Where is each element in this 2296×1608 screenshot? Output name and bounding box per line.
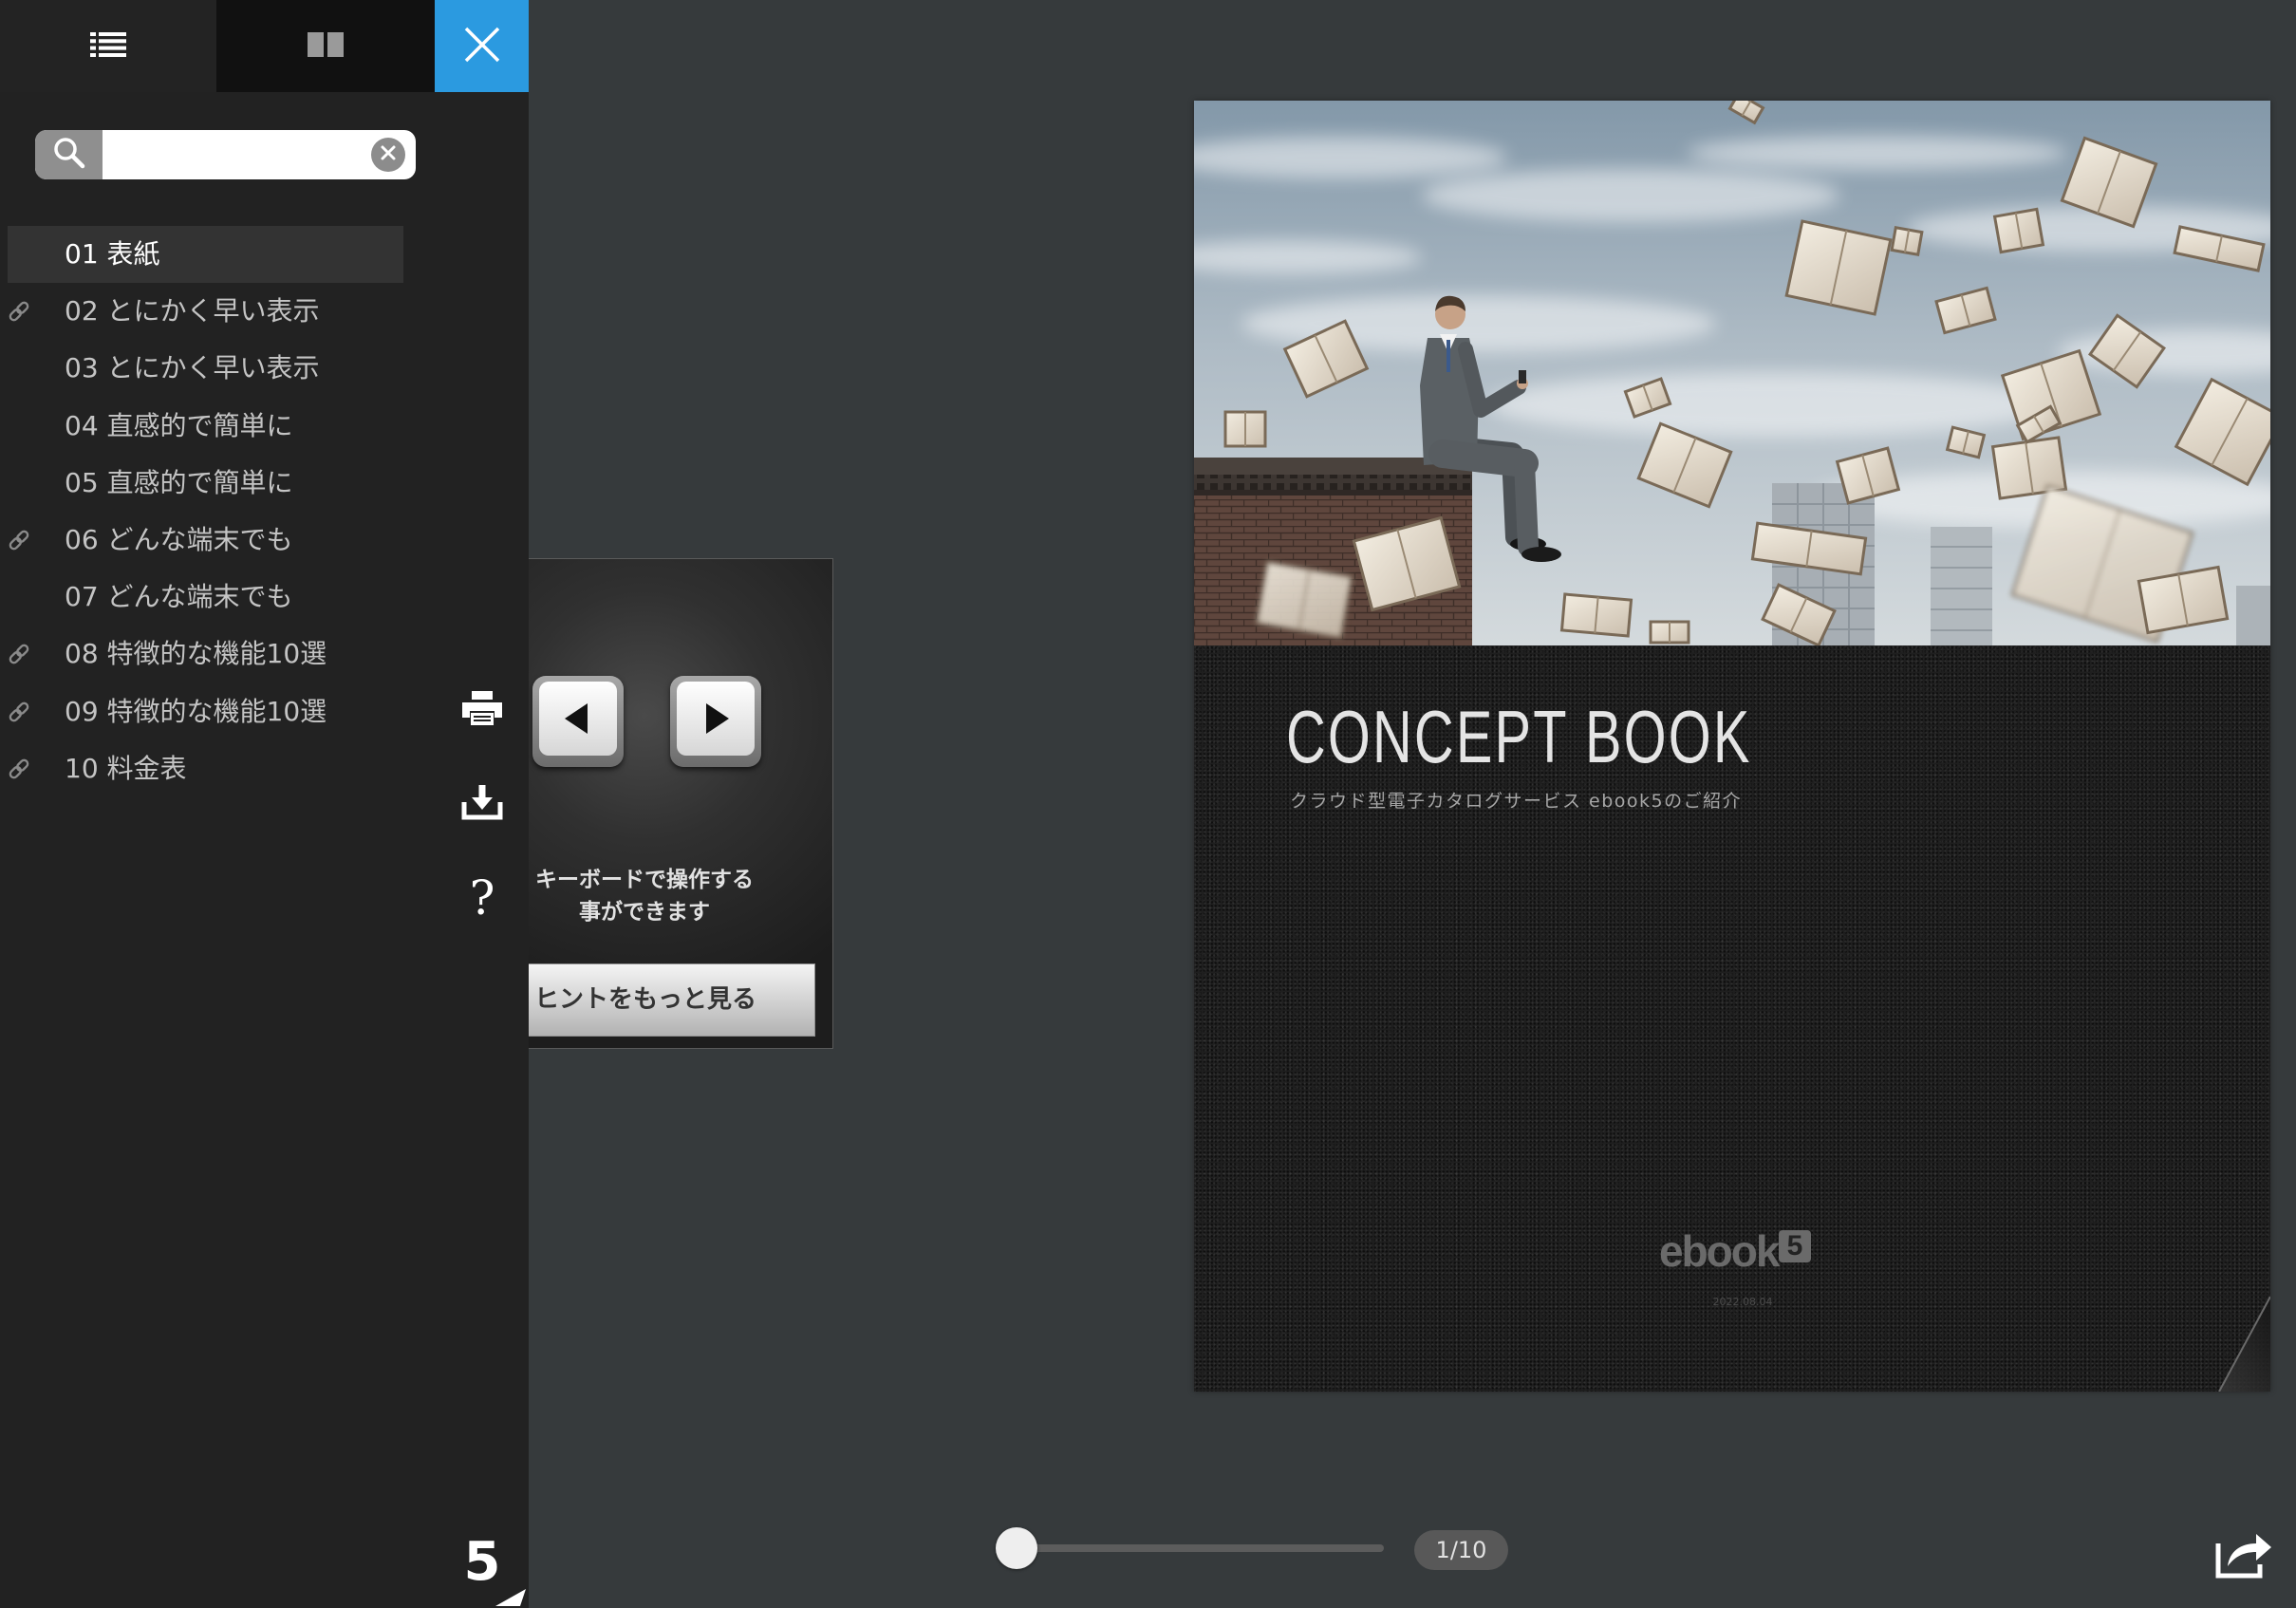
page-subtitle: クラウド型電子カタログサービス ebook5のご紹介: [1290, 791, 1743, 812]
link-icon: [7, 528, 31, 552]
download-icon: [460, 783, 504, 825]
toc-item-label: 08 特徴的な機能10選: [65, 638, 327, 670]
left-arrow-key-icon: [539, 682, 617, 756]
flying-book: [1649, 620, 1690, 645]
toc-item[interactable]: 06 どんな端末でも: [8, 512, 403, 569]
logo-number: 5: [1779, 1230, 1811, 1262]
toc-item[interactable]: 07 どんな端末でも: [8, 569, 403, 626]
link-icon: [7, 642, 31, 666]
toc-item-label: 07 どんな端末でも: [65, 581, 293, 613]
search-input[interactable]: [109, 136, 365, 174]
toc-item-label: 04 直感的で簡単に: [65, 409, 293, 441]
search-button[interactable]: [35, 130, 103, 179]
ebook-viewer: 01 表紙 02 とにかく早い表示 03 とにかく早い表示 04 直感的で簡単に 05 …: [0, 0, 2296, 1608]
toc-item-label: 06 どんな端末でも: [65, 524, 293, 555]
toc-item-label: 01 表紙: [65, 238, 160, 270]
left-arrow-key[interactable]: [532, 676, 624, 767]
page-slider-handle[interactable]: [996, 1527, 1037, 1569]
toc-item[interactable]: 02 とにかく早い表示: [8, 283, 403, 340]
page-title: CONCEPT BOOK: [1286, 695, 1752, 778]
book-page[interactable]: CONCEPT BOOK クラウド型電子カタログサービス ebook5のご紹介 …: [1194, 101, 2270, 1392]
share-icon: [2214, 1534, 2273, 1583]
toc-list: 01 表紙 02 とにかく早い表示 03 とにかく早い表示 04 直感的で簡単に 05 …: [8, 226, 403, 797]
download-button[interactable]: [454, 776, 511, 832]
print-icon: [459, 689, 505, 731]
logo-text: ebook: [1659, 1226, 1780, 1276]
flying-book: [1890, 226, 1924, 256]
flying-book: [1255, 560, 1353, 640]
print-button[interactable]: [454, 682, 511, 739]
tab-table-of-contents[interactable]: [0, 0, 216, 92]
sidebar: 01 表紙 02 とにかく早い表示 03 とにかく早い表示 04 直感的で簡単に 05 …: [0, 0, 529, 1608]
toc-item[interactable]: 01 表紙: [8, 226, 403, 283]
toc-item-label: 10 料金表: [65, 752, 187, 784]
search-box: [35, 130, 416, 179]
right-arrow-key-icon: [677, 682, 755, 756]
toc-item-label: 03 とにかく早い表示: [65, 352, 320, 384]
toc-item-label: 05 直感的で簡単に: [65, 466, 293, 498]
toc-item[interactable]: 03 とにかく早い表示: [8, 340, 403, 397]
link-icon: [7, 299, 31, 324]
page-curl[interactable]: [2200, 1278, 2270, 1392]
page-indicator: 1/10: [1414, 1530, 1508, 1570]
toc-item-label: 09 特徴的な機能10選: [65, 695, 327, 727]
cover-photo: [1194, 101, 2270, 645]
toc-item[interactable]: 08 特徴的な機能10選: [8, 626, 403, 682]
list-icon: [90, 31, 126, 61]
flying-book: [1223, 410, 1267, 448]
close-sidebar-button[interactable]: [435, 0, 529, 92]
search-icon: [53, 137, 85, 173]
help-icon: ?: [469, 870, 495, 926]
brand-mark-tail: [495, 1589, 526, 1606]
toc-item[interactable]: 05 直感的で簡単に: [8, 455, 403, 512]
page-slider[interactable]: [996, 1527, 1384, 1569]
flying-book: [1559, 592, 1633, 638]
two-page-icon: [308, 31, 344, 61]
share-button[interactable]: [2214, 1528, 2273, 1580]
tab-thumbnails[interactable]: [216, 0, 435, 92]
right-arrow-key[interactable]: [670, 676, 761, 767]
flying-book: [1992, 207, 2045, 254]
ebook5-logo: ebook 5: [1659, 1226, 1820, 1276]
brand-mark: 5: [463, 1531, 501, 1593]
toc-item[interactable]: 04 直感的で簡単に: [8, 398, 403, 455]
clear-search-button[interactable]: [371, 138, 405, 172]
link-icon: [7, 757, 31, 781]
page-slider-track[interactable]: [1017, 1544, 1384, 1552]
toc-item[interactable]: 09 特徴的な機能10選: [8, 683, 403, 740]
toc-item-label: 02 とにかく早い表示: [65, 295, 320, 327]
help-button[interactable]: ?: [454, 869, 511, 926]
close-icon: [463, 26, 501, 67]
cover-date: 2022.08.04: [1712, 1296, 1773, 1308]
toc-item[interactable]: 10 料金表: [8, 740, 403, 797]
link-icon: [7, 700, 31, 724]
clear-icon: [380, 144, 397, 165]
